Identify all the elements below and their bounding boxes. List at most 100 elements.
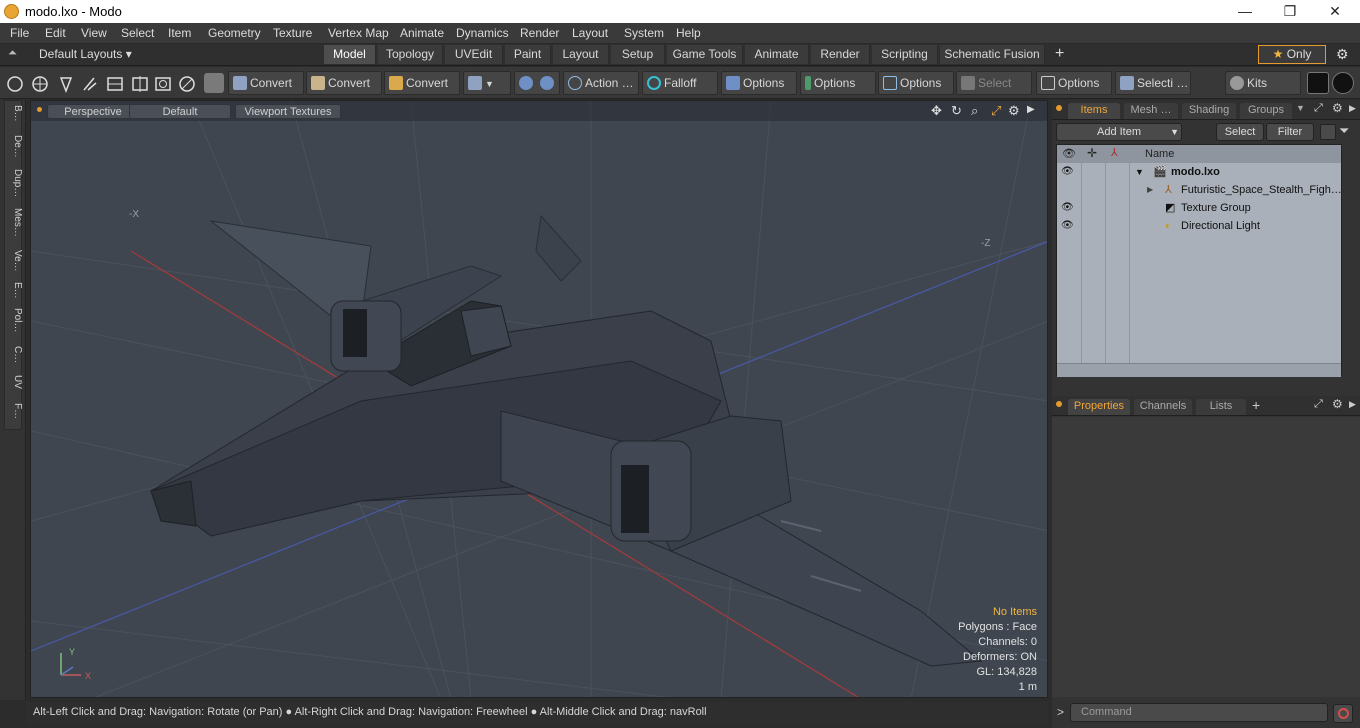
primitive-dropdown[interactable]: ▼ (463, 71, 511, 95)
add-item-button[interactable]: Add Item ▼ (1056, 123, 1182, 141)
record-button[interactable] (1333, 704, 1353, 723)
left-tab-uv[interactable]: UV (5, 375, 23, 389)
left-tab-fusion[interactable]: F… (5, 403, 23, 419)
gear-icon[interactable]: ⚙ (1336, 46, 1349, 63)
tab-render[interactable]: Render (811, 45, 870, 64)
panel-arrow-icon[interactable]: ▶ (1349, 103, 1356, 114)
menu-texture[interactable]: Texture (273, 26, 312, 40)
falloff-button[interactable]: Falloff (642, 71, 718, 95)
shading-style-button[interactable]: Default (129, 104, 231, 119)
menu-edit[interactable]: Edit (45, 26, 66, 40)
options-button-2[interactable]: Options (800, 71, 876, 95)
left-tab-vertex[interactable]: Ve… (5, 250, 23, 272)
action-center-button[interactable]: Action … (563, 71, 639, 95)
maximize-button[interactable]: ❐ (1267, 0, 1313, 23)
panel-gear-icon[interactable]: ⚙ (1332, 101, 1343, 115)
tree-row-mesh[interactable]: ▶ ⅄ Futuristic_Space_Stealth_Figh… (1057, 181, 1341, 199)
funnel-icon[interactable]: ⏷ (1339, 123, 1349, 139)
default-layouts-dropdown[interactable]: Default Layouts ▾ (39, 47, 132, 61)
eye-icon[interactable]: 👁 (1061, 167, 1075, 177)
lock-column-icon[interactable]: ✛ (1087, 146, 1097, 160)
close-button[interactable]: ✕ (1312, 0, 1358, 23)
list-options-icon[interactable] (1320, 124, 1336, 140)
tab-uvedit[interactable]: UVEdit (445, 45, 503, 64)
menu-help[interactable]: Help (676, 26, 701, 40)
left-tab-basic[interactable]: B… (5, 105, 23, 122)
tab-scripting[interactable]: Scripting (872, 45, 938, 64)
only-toggle[interactable]: ★ Only (1258, 45, 1326, 64)
menu-item[interactable]: Item (168, 26, 191, 40)
view-type-button[interactable]: Perspective (47, 104, 139, 119)
horizontal-scrollbar[interactable] (1057, 363, 1341, 377)
menu-vertex-map[interactable]: Vertex Map (328, 26, 389, 40)
left-tab-duplicate[interactable]: Dup… (5, 169, 23, 197)
select-button[interactable]: Select (1216, 123, 1264, 141)
expand-arrow-icon[interactable]: ▶ (1027, 104, 1035, 115)
menu-dynamics[interactable]: Dynamics (456, 26, 509, 40)
menu-geometry[interactable]: Geometry (208, 26, 261, 40)
tab-model[interactable]: Model (324, 45, 376, 64)
maximize-panel-icon[interactable]: ⤢ (1314, 102, 1323, 115)
select-through-button[interactable]: Select T… (956, 71, 1032, 112)
tab-mesh[interactable]: Mesh … (1124, 103, 1178, 119)
tab-properties[interactable]: Properties (1068, 399, 1130, 415)
visibility-column-icon[interactable]: 👁 (1062, 147, 1076, 160)
eye-icon[interactable]: 👁 (1061, 221, 1075, 231)
options-button-3[interactable]: Options (878, 71, 954, 95)
tab-items[interactable]: Items (1068, 103, 1120, 119)
options-button-4[interactable]: Options (1036, 71, 1112, 95)
collapse-icon[interactable]: ⏶ (8, 47, 17, 60)
convert-button-3[interactable]: Convert (384, 71, 460, 95)
tab-shading[interactable]: Shading (1182, 103, 1236, 119)
panel-gear-icon[interactable]: ⚙ (1332, 397, 1343, 411)
menu-animate[interactable]: Animate (400, 26, 444, 40)
menu-system[interactable]: System (624, 26, 664, 40)
tab-lists[interactable]: Lists (1196, 399, 1246, 415)
eye-icon[interactable]: 👁 (1061, 203, 1075, 213)
unreal-icon[interactable] (1332, 72, 1354, 94)
item-list[interactable]: 👁 ✛ ⅄ Name 👁 ▼ 🎬 modo.lxo ▶ ⅄ Futuristic… (1056, 144, 1342, 377)
fit-icon[interactable]: ⤢ (991, 103, 1001, 119)
viewport-gear-icon[interactable]: ⚙ (1008, 103, 1020, 119)
expand-arrow-icon[interactable]: ▼ (1135, 163, 1144, 181)
menu-layout[interactable]: Layout (572, 26, 608, 40)
menu-file[interactable]: File (10, 26, 29, 40)
tab-animate[interactable]: Animate (745, 45, 809, 64)
viewport-textures-button[interactable]: Viewport Textures (235, 104, 341, 119)
left-tab-mesh-edit[interactable]: Mes… (5, 208, 23, 237)
selection-sets-button[interactable]: Selecti … (1115, 71, 1191, 95)
chevron-down-icon[interactable]: ▼ (1296, 103, 1305, 113)
command-input[interactable]: Command (1070, 703, 1328, 722)
tab-game-tools[interactable]: Game Tools (667, 45, 743, 64)
left-tab-polygon[interactable]: Pol… (5, 308, 23, 332)
left-tab-deform[interactable]: De… (5, 135, 23, 158)
symmetry-buttons[interactable] (514, 71, 560, 95)
name-column-header[interactable]: Name (1145, 148, 1174, 160)
tree-row-texture-group[interactable]: 👁 ◩ Texture Group (1057, 199, 1341, 217)
unity-icon[interactable] (1307, 72, 1329, 94)
tab-channels[interactable]: Channels (1134, 399, 1192, 415)
tab-layout[interactable]: Layout (553, 45, 609, 64)
convert-button-1[interactable]: Convert (228, 71, 304, 95)
options-button-1[interactable]: Options (721, 71, 797, 95)
tab-setup[interactable]: Setup (611, 45, 665, 64)
expand-arrow-icon[interactable]: ▶ (1147, 181, 1153, 199)
left-tab-curve[interactable]: C… (5, 346, 23, 363)
menu-render[interactable]: Render (520, 26, 559, 40)
tab-paint[interactable]: Paint (505, 45, 551, 64)
tree-row-scene[interactable]: 👁 ▼ 🎬 modo.lxo (1057, 163, 1341, 181)
tab-schematic-fusion[interactable]: Schematic Fusion (940, 45, 1045, 64)
add-layout-button[interactable]: + (1055, 45, 1064, 63)
menu-select[interactable]: Select (121, 26, 154, 40)
3d-viewport[interactable]: -X -Z Y X Perspective Default Viewport T… (30, 100, 1048, 698)
tab-topology[interactable]: Topology (378, 45, 443, 64)
add-tab-button[interactable]: + (1252, 397, 1260, 413)
selection-mode-icons[interactable] (6, 75, 201, 93)
minimize-button[interactable]: — (1222, 0, 1268, 23)
tree-row-light[interactable]: 👁 ◐ Directional Light (1057, 217, 1341, 235)
zoom-icon[interactable]: ⌕ (971, 103, 978, 119)
type-column-icon[interactable]: ⅄ (1111, 146, 1118, 159)
panel-arrow-icon[interactable]: ▶ (1349, 399, 1356, 410)
menu-view[interactable]: View (81, 26, 107, 40)
pan-icon[interactable]: ✥ (931, 103, 942, 119)
